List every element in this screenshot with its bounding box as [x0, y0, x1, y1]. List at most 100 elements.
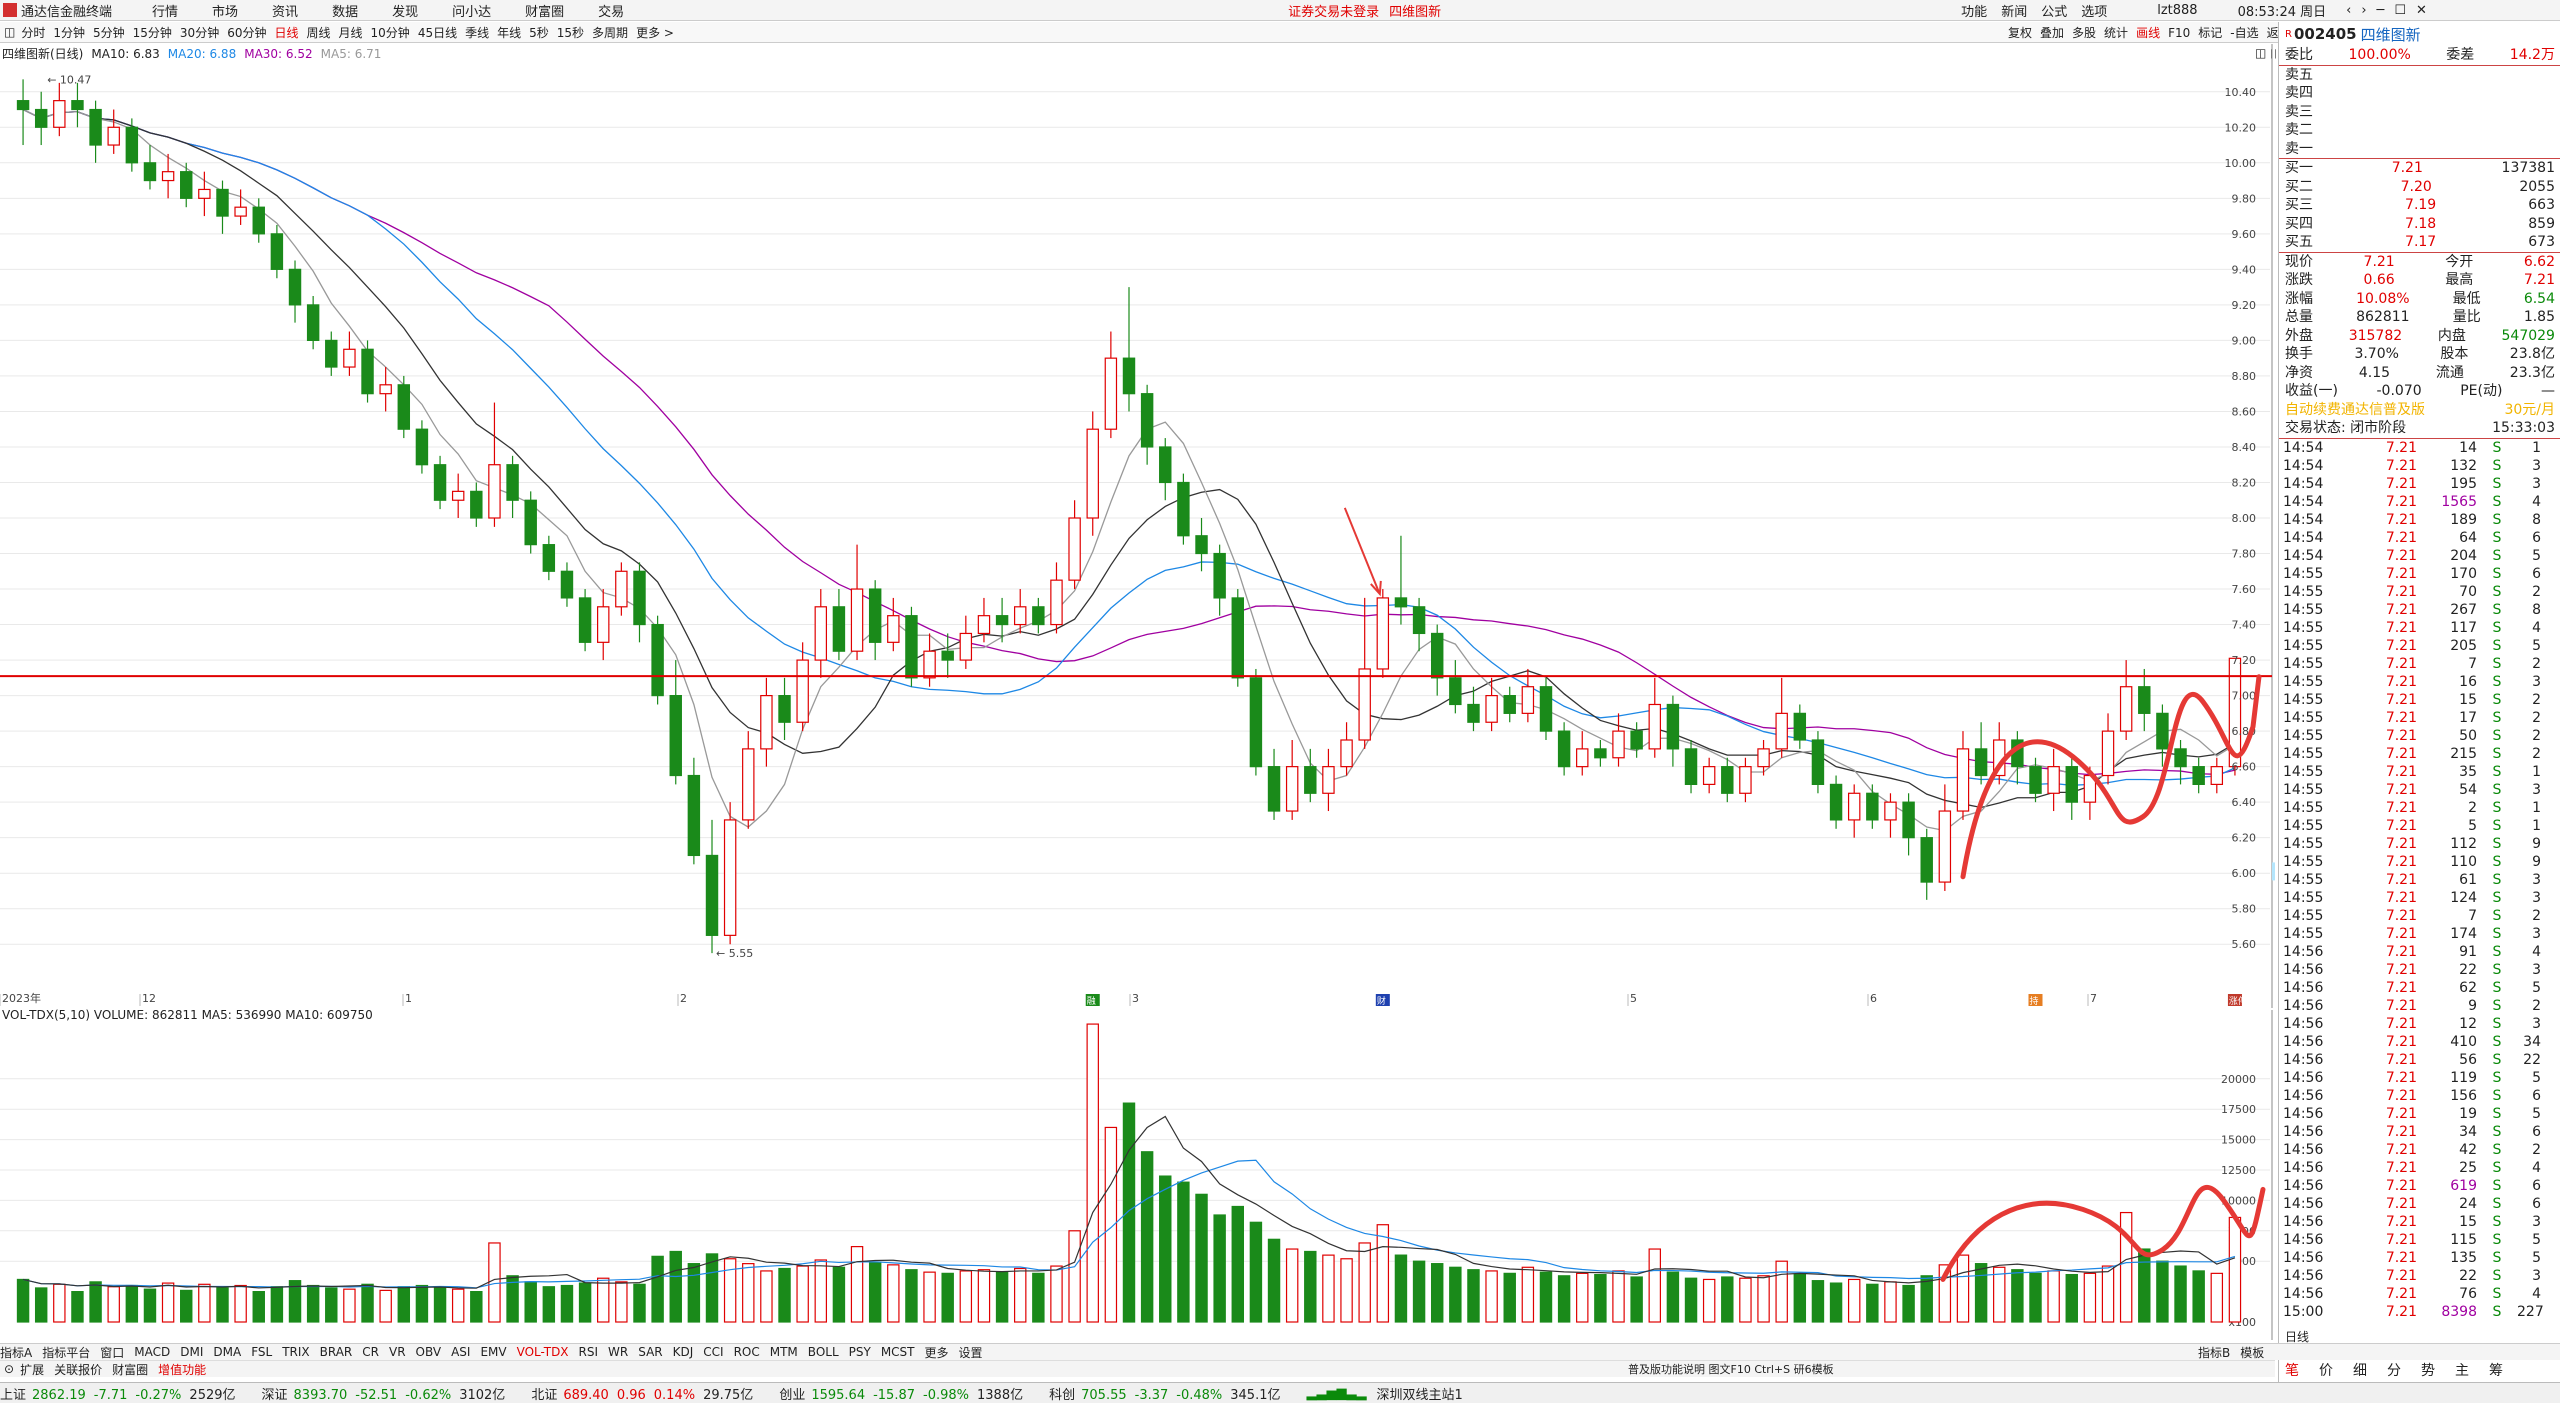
- tick-row[interactable]: 14:56 7.21 156 S 6: [2279, 1087, 2560, 1105]
- candle[interactable]: [1775, 677, 1788, 758]
- tick-row[interactable]: 14:55 7.21 2 S 1: [2279, 799, 2560, 817]
- candle[interactable]: [1902, 793, 1915, 856]
- volume-bar[interactable]: [1340, 1258, 1353, 1323]
- menu-wenxiaoda[interactable]: 问小达: [452, 1, 491, 20]
- candle[interactable]: [1449, 660, 1462, 714]
- volume-bar[interactable]: [742, 1263, 755, 1323]
- volume-bar[interactable]: [180, 1289, 193, 1323]
- tick-row[interactable]: 14:56 7.21 25 S 4: [2279, 1159, 2560, 1177]
- tick-row[interactable]: 14:56 7.21 56 S 22: [2279, 1051, 2560, 1069]
- candle[interactable]: [306, 296, 320, 350]
- volume-bar[interactable]: [1195, 1193, 1208, 1323]
- volume-bar[interactable]: [524, 1281, 537, 1323]
- tick-row[interactable]: 14:55 7.21 50 S 2: [2279, 727, 2560, 745]
- candle[interactable]: [959, 615, 973, 669]
- indicator-tab[interactable]: MACD: [134, 1345, 170, 1359]
- candle[interactable]: [1539, 677, 1553, 740]
- indicator-tab[interactable]: 窗口: [100, 1344, 124, 1361]
- period-tab[interactable]: 5分钟: [93, 24, 125, 41]
- order-row[interactable]: 卖二: [2279, 121, 2560, 140]
- volume-bar[interactable]: [1467, 1269, 1480, 1323]
- tick-row[interactable]: 14:55 7.21 117 S 4: [2279, 619, 2560, 637]
- candle[interactable]: [868, 580, 882, 661]
- candle[interactable]: [1086, 411, 1099, 536]
- func-kuozhan[interactable]: 扩展: [20, 1361, 44, 1378]
- candle[interactable]: [1739, 757, 1752, 803]
- tick-row[interactable]: 14:55 7.21 15 S 2: [2279, 691, 2560, 709]
- volume-bar[interactable]: [2029, 1272, 2042, 1323]
- volume-bar[interactable]: [905, 1269, 918, 1323]
- candle[interactable]: [923, 633, 936, 687]
- menu-caifuquan[interactable]: 财富圈: [525, 1, 564, 20]
- tick-row[interactable]: 14:55 7.21 17 S 2: [2279, 709, 2560, 727]
- candle[interactable]: [288, 260, 302, 323]
- candle[interactable]: [1467, 686, 1480, 732]
- candle[interactable]: [1140, 384, 1154, 465]
- volume-bar[interactable]: [597, 1277, 610, 1323]
- candle[interactable]: [1285, 740, 1299, 820]
- layout-icon[interactable]: ◫: [4, 25, 15, 39]
- tick-row[interactable]: 14:54 7.21 204 S 5: [2279, 547, 2560, 565]
- volume-bar[interactable]: [651, 1255, 664, 1323]
- indicator-tab[interactable]: CR: [362, 1345, 379, 1359]
- volume-bar[interactable]: [89, 1281, 102, 1323]
- volume-bar[interactable]: [270, 1286, 284, 1323]
- candle[interactable]: [1721, 757, 1734, 803]
- candle[interactable]: [1793, 704, 1807, 749]
- menu-xinwen[interactable]: 新闻: [2001, 1, 2027, 20]
- indicator-tab[interactable]: DMI: [180, 1345, 203, 1359]
- func-zengzhi[interactable]: 增值功能: [158, 1361, 206, 1378]
- candle[interactable]: [1503, 686, 1516, 723]
- period-tab[interactable]: 30分钟: [180, 24, 219, 41]
- volume-bar[interactable]: [796, 1265, 809, 1323]
- volume-bar[interactable]: [1775, 1260, 1788, 1323]
- volume-bar[interactable]: [2083, 1272, 2097, 1323]
- volume-bar[interactable]: [887, 1264, 900, 1323]
- candle[interactable]: [1430, 624, 1444, 696]
- candle[interactable]: [488, 402, 501, 527]
- volume-bar[interactable]: [1793, 1273, 1807, 1323]
- candle[interactable]: [1757, 740, 1770, 776]
- volume-bar[interactable]: [2228, 1216, 2242, 1323]
- tick-row[interactable]: 14:56 7.21 24 S 6: [2279, 1195, 2560, 1213]
- panel-tab[interactable]: 势: [2421, 1360, 2435, 1380]
- indicator-tab[interactable]: DMA: [213, 1345, 241, 1359]
- candle[interactable]: [343, 331, 356, 376]
- volume-bar[interactable]: [1594, 1273, 1607, 1323]
- volume-bar[interactable]: [1159, 1175, 1172, 1323]
- candle[interactable]: [1829, 775, 1843, 829]
- tick-row[interactable]: 14:54 7.21 64 S 6: [2279, 529, 2560, 547]
- candle[interactable]: [832, 589, 846, 661]
- volume-bar[interactable]: [1068, 1230, 1081, 1323]
- volume-bar[interactable]: [433, 1287, 447, 1323]
- tick-row[interactable]: 14:55 7.21 267 S 8: [2279, 601, 2560, 619]
- candle[interactable]: [397, 375, 411, 439]
- trade-login-notice[interactable]: 证券交易未登录: [1288, 1, 1379, 20]
- volume-bar[interactable]: [542, 1286, 556, 1323]
- candle[interactable]: [941, 633, 954, 678]
- func-guanlianbaojia[interactable]: 关联报价: [54, 1361, 102, 1378]
- candle[interactable]: [470, 482, 483, 527]
- candle[interactable]: [887, 597, 900, 652]
- period-tab[interactable]: 分时: [21, 24, 45, 41]
- tool-diejia[interactable]: 叠加: [2040, 24, 2064, 41]
- indicator-tab[interactable]: TRIX: [282, 1345, 309, 1359]
- toggle-icon[interactable]: ⊙: [4, 1362, 14, 1376]
- volume-bar[interactable]: [868, 1261, 882, 1323]
- candle[interactable]: [705, 819, 719, 954]
- server-name[interactable]: 深圳双线主站1: [1376, 1384, 1462, 1403]
- volume-bar[interactable]: [1866, 1283, 1879, 1323]
- volume-bar[interactable]: [959, 1270, 973, 1323]
- order-row[interactable]: 卖五: [2279, 66, 2560, 85]
- candle[interactable]: [1231, 589, 1245, 687]
- menu-gongshi[interactable]: 公式: [2041, 1, 2067, 20]
- tick-row[interactable]: 14:56 7.21 15 S 3: [2279, 1213, 2560, 1231]
- index-quote[interactable]: 上证 2862.19 -7.71 -0.27% 2529亿: [0, 1384, 248, 1403]
- tick-row[interactable]: 14:56 7.21 115 S 5: [2279, 1231, 2560, 1249]
- volume-bar[interactable]: [995, 1271, 1009, 1323]
- candle[interactable]: [53, 82, 66, 137]
- tick-row[interactable]: 14:56 7.21 42 S 2: [2279, 1141, 2560, 1159]
- indicator-tab[interactable]: BRAR: [320, 1345, 353, 1359]
- volume-bar[interactable]: [669, 1250, 682, 1323]
- candle[interactable]: [2029, 757, 2042, 803]
